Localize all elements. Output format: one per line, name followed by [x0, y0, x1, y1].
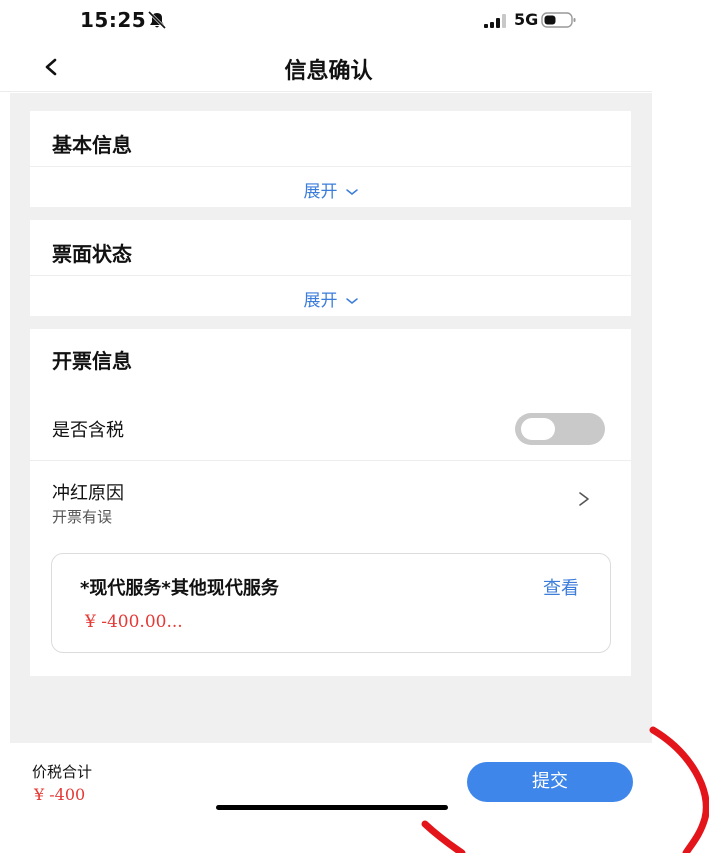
tax-included-toggle[interactable] — [515, 413, 605, 445]
invoice-item-card: *现代服务*其他现代服务 查看 ¥ -400.00... — [51, 553, 611, 653]
red-reason-label: 冲红原因 — [52, 483, 124, 504]
bell-mute-icon — [147, 10, 167, 30]
submit-button[interactable]: 提交 — [467, 762, 633, 802]
total-value: ¥ -400 — [34, 785, 86, 804]
home-indicator — [216, 805, 448, 810]
network-label: 5G — [514, 10, 539, 29]
signal-icon — [484, 14, 506, 28]
basic-info-title: 基本信息 — [52, 133, 132, 157]
battery-icon — [541, 12, 576, 28]
status-time: 15:25 — [80, 8, 147, 32]
red-reason-row[interactable]: 冲红原因 开票有误 — [30, 460, 631, 532]
bottom-bar: 价税合计 ¥ -400 提交 — [0, 743, 709, 853]
expand-label: 展开 — [303, 291, 338, 311]
item-name: *现代服务*其他现代服务 — [80, 578, 279, 599]
divider — [30, 275, 631, 276]
total-label: 价税合计 — [32, 763, 93, 781]
content-area: 基本信息 展开 票面状态 展开 开票信息 是否含税 冲红原因 开票有误 *现代服… — [10, 93, 652, 743]
invoice-info-card: 开票信息 是否含税 冲红原因 开票有误 *现代服务*其他现代服务 查看 ¥ -4… — [30, 329, 631, 676]
item-view-link[interactable]: 查看 — [543, 574, 579, 600]
ticket-status-title: 票面状态 — [52, 242, 132, 266]
chevron-down-icon — [345, 189, 358, 195]
page-title: 信息确认 — [284, 59, 373, 84]
toggle-knob — [521, 418, 555, 440]
chevron-right-icon — [579, 492, 589, 506]
divider — [30, 166, 631, 167]
ticket-status-card: 票面状态 展开 — [30, 220, 631, 316]
status-bar: 15:25 5G — [0, 0, 709, 44]
nav-bar: 信息确认 — [0, 44, 652, 92]
tax-included-label: 是否含税 — [52, 420, 124, 441]
ticket-status-expand-button[interactable]: 展开 — [30, 286, 631, 311]
red-reason-value: 开票有误 — [52, 508, 113, 526]
basic-info-card: 基本信息 展开 — [30, 111, 631, 207]
invoice-info-title: 开票信息 — [52, 349, 132, 373]
expand-label: 展开 — [303, 182, 338, 202]
chevron-down-icon — [345, 298, 358, 304]
item-amount: ¥ -400.00... — [85, 612, 183, 632]
tax-included-row: 是否含税 — [30, 399, 631, 459]
basic-info-expand-button[interactable]: 展开 — [30, 177, 631, 202]
